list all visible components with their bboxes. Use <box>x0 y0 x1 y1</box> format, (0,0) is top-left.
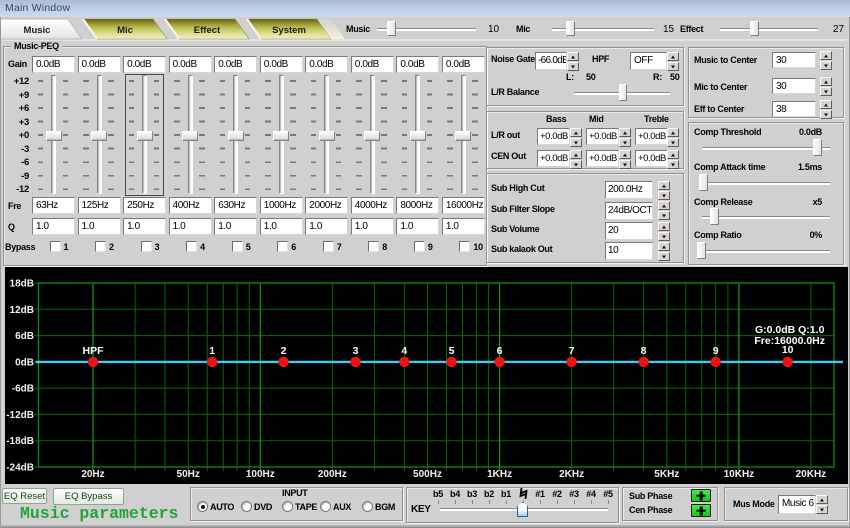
svg-text:20Hz: 20Hz <box>81 469 104 480</box>
svg-text:2KHz: 2KHz <box>559 469 584 480</box>
svg-text:1KHz: 1KHz <box>487 469 512 480</box>
svg-text:6dB: 6dB <box>15 331 34 342</box>
svg-text:500Hz: 500Hz <box>413 469 442 480</box>
svg-text:50Hz: 50Hz <box>177 469 200 480</box>
svg-text:-6dB: -6dB <box>12 384 34 395</box>
svg-text:10KHz: 10KHz <box>724 469 755 480</box>
svg-text:12dB: 12dB <box>10 305 34 316</box>
svg-text:9: 9 <box>713 345 719 357</box>
svg-text:Mic: Mic <box>117 25 133 36</box>
svg-text:7: 7 <box>569 345 575 357</box>
svg-text:5KHz: 5KHz <box>654 469 679 480</box>
svg-text:18dB: 18dB <box>10 279 34 290</box>
svg-text:100Hz: 100Hz <box>246 469 275 480</box>
svg-text:3: 3 <box>353 345 359 357</box>
svg-text:Effect: Effect <box>194 25 221 36</box>
svg-text:-12dB: -12dB <box>6 410 34 421</box>
svg-text:2: 2 <box>281 345 287 357</box>
svg-text:HPF: HPF <box>83 345 105 357</box>
svg-text:5: 5 <box>449 345 455 357</box>
svg-text:4: 4 <box>401 345 407 357</box>
svg-text:1: 1 <box>209 345 215 357</box>
svg-text:20KHz: 20KHz <box>796 469 827 480</box>
svg-text:0dB: 0dB <box>15 357 34 368</box>
svg-text:Fre:16000.0Hz: Fre:16000.0Hz <box>754 335 825 347</box>
svg-text:8: 8 <box>641 345 647 357</box>
svg-text:System: System <box>272 25 306 36</box>
svg-text:-24dB: -24dB <box>6 463 34 474</box>
svg-text:Music: Music <box>24 25 51 36</box>
svg-text:6: 6 <box>497 345 503 357</box>
svg-text:200Hz: 200Hz <box>318 469 347 480</box>
svg-text:-18dB: -18dB <box>6 436 34 447</box>
